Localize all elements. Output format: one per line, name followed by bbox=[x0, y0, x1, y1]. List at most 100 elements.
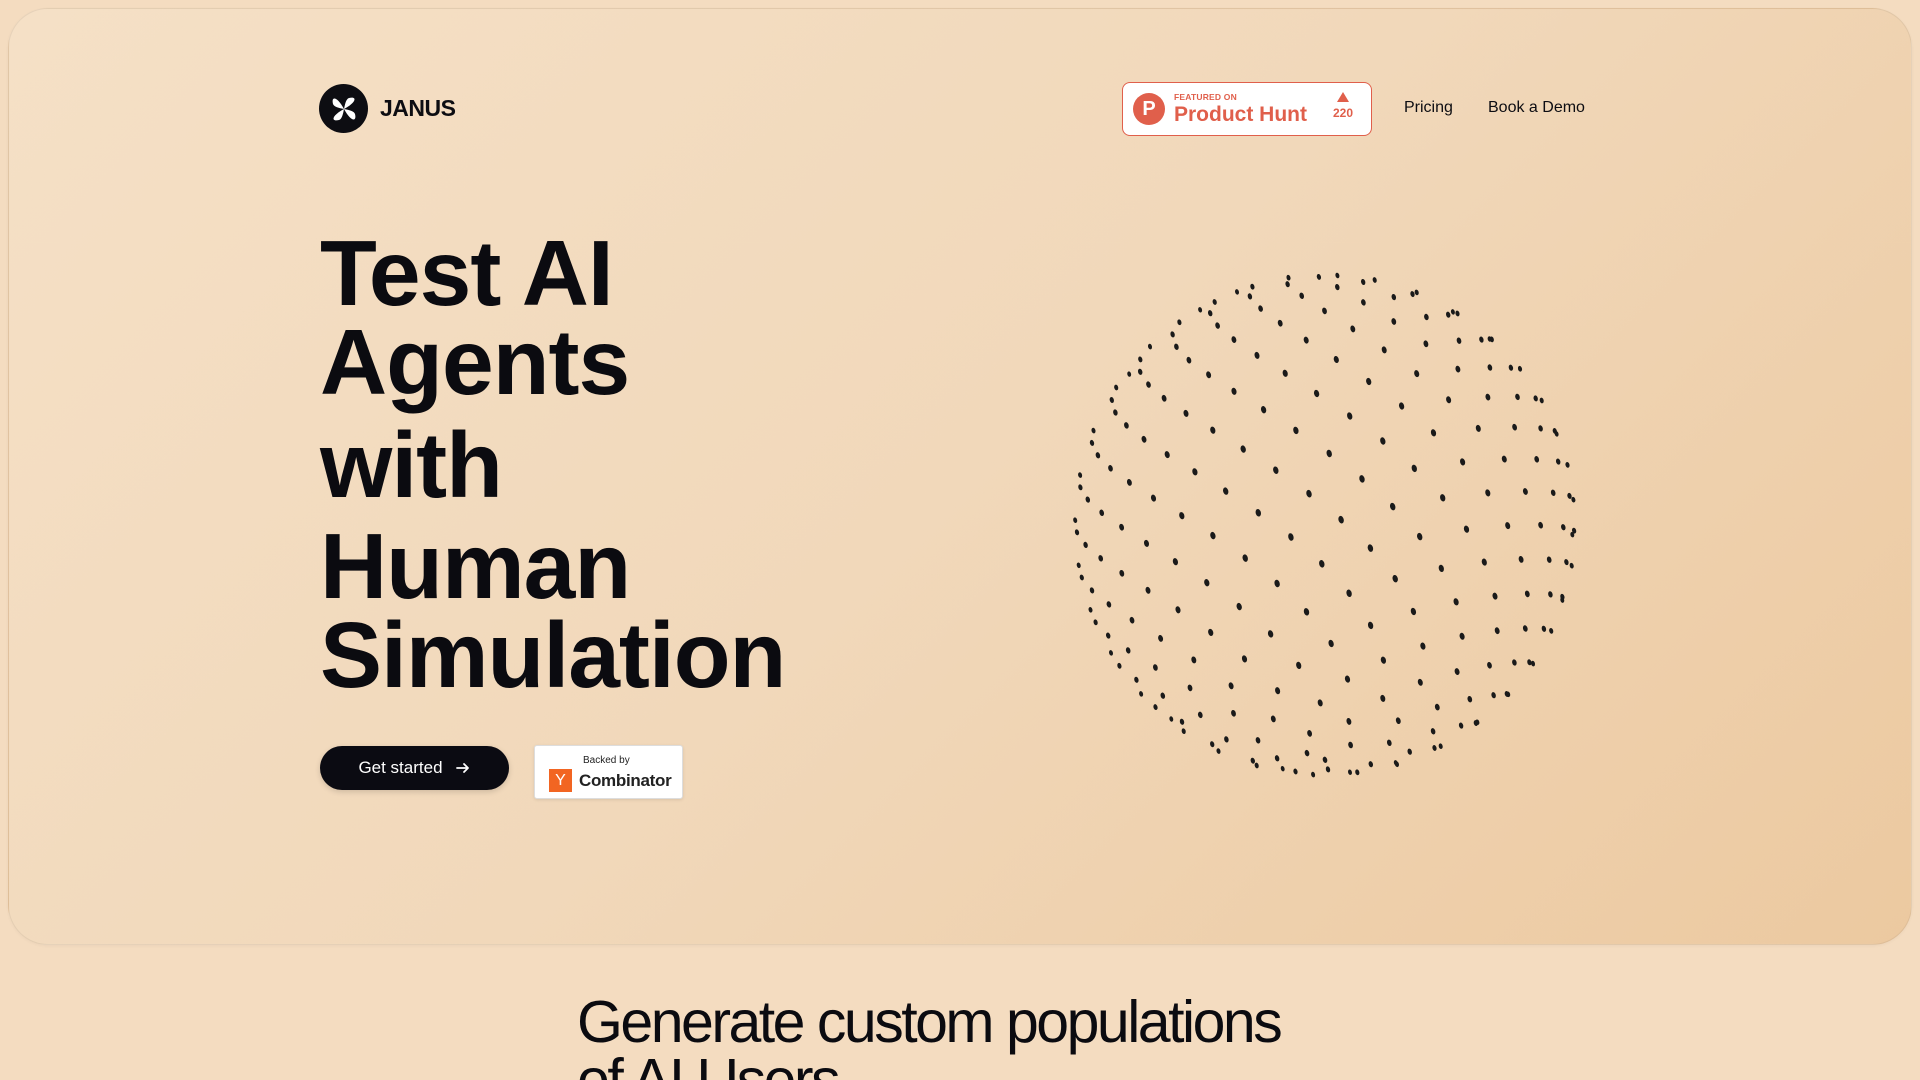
dot-sphere-visual bbox=[1073, 272, 1577, 778]
sphere-dot bbox=[1438, 743, 1443, 749]
sphere-dot bbox=[1293, 426, 1299, 435]
sphere-dot bbox=[1487, 661, 1492, 669]
sphere-dot bbox=[1380, 656, 1387, 664]
sphere-dot bbox=[1567, 492, 1572, 499]
sphere-dot bbox=[1119, 569, 1125, 577]
sphere-dot bbox=[1361, 299, 1366, 306]
sphere-dot bbox=[1311, 771, 1316, 778]
sphere-dot bbox=[1414, 370, 1420, 378]
sphere-dot bbox=[1316, 273, 1322, 280]
brand-logo[interactable]: JANUS bbox=[319, 84, 456, 133]
sphere-dot bbox=[1546, 556, 1552, 563]
sphere-dot bbox=[1172, 558, 1178, 566]
sphere-dot bbox=[1561, 524, 1566, 531]
sphere-dot bbox=[1126, 479, 1132, 486]
sphere-dot bbox=[1367, 621, 1374, 630]
sphere-dot bbox=[1254, 351, 1260, 359]
sphere-dot bbox=[1125, 647, 1131, 654]
sphere-dot bbox=[1414, 289, 1419, 296]
product-hunt-badge[interactable]: P FEATURED ON Product Hunt 220 bbox=[1122, 82, 1372, 136]
sphere-dot bbox=[1296, 661, 1302, 670]
sphere-dot bbox=[1491, 692, 1496, 699]
sphere-dot bbox=[1091, 427, 1096, 434]
sphere-dot bbox=[1161, 394, 1167, 402]
sphere-dot bbox=[1089, 439, 1095, 446]
nav-link-book-demo[interactable]: Book a Demo bbox=[1488, 99, 1585, 117]
sphere-dot bbox=[1170, 331, 1175, 338]
hero-section bbox=[8, 8, 1912, 945]
sphere-dot bbox=[1463, 525, 1470, 533]
sphere-dot bbox=[1346, 717, 1352, 725]
sphere-dot bbox=[1317, 699, 1323, 707]
get-started-button[interactable]: Get started bbox=[320, 746, 509, 790]
sphere-dot bbox=[1555, 458, 1561, 465]
get-started-label: Get started bbox=[358, 758, 443, 777]
sphere-dot bbox=[1177, 319, 1182, 326]
sphere-dot bbox=[1108, 465, 1113, 472]
sphere-dot bbox=[1127, 371, 1132, 377]
sphere-dot bbox=[1326, 449, 1332, 458]
sphere-dot bbox=[1089, 587, 1095, 594]
sphere-dot bbox=[1223, 487, 1229, 495]
hero-headline: Test AI Agents with Human Simulation bbox=[320, 227, 786, 707]
sphere-dot bbox=[1241, 655, 1248, 663]
sphere-dot bbox=[1285, 281, 1290, 288]
sphere-dot bbox=[1445, 311, 1451, 318]
sphere-dot bbox=[1179, 512, 1185, 520]
sphere-dot bbox=[1255, 737, 1261, 744]
sphere-dot bbox=[1322, 307, 1327, 315]
sphere-dot bbox=[1169, 716, 1174, 722]
sphere-dot bbox=[1224, 736, 1229, 743]
sphere-dot bbox=[1456, 337, 1462, 344]
sphere-dot bbox=[1231, 387, 1237, 395]
section-title-line: of AI Users bbox=[577, 1047, 841, 1080]
headline-line: with bbox=[320, 413, 503, 517]
sphere-dot bbox=[1280, 766, 1285, 772]
sphere-dot bbox=[1106, 601, 1112, 608]
headline-line: Simulation bbox=[320, 603, 786, 707]
sphere-dot bbox=[1164, 451, 1170, 459]
sphere-dot bbox=[1372, 277, 1377, 283]
sphere-dot bbox=[1538, 521, 1543, 529]
sphere-dot bbox=[1175, 606, 1181, 614]
sphere-dot bbox=[1260, 406, 1267, 414]
sphere-dot bbox=[1216, 748, 1221, 754]
sphere-dot bbox=[1124, 422, 1129, 429]
sphere-dot bbox=[1153, 704, 1158, 711]
sphere-dot bbox=[1303, 336, 1309, 344]
sphere-dot bbox=[1391, 293, 1397, 301]
sphere-dot bbox=[1410, 291, 1415, 298]
sphere-dot bbox=[1398, 402, 1405, 410]
sphere-dot bbox=[1459, 458, 1466, 466]
sphere-dot bbox=[1366, 377, 1372, 386]
sphere-dot bbox=[1079, 574, 1084, 581]
sphere-dot bbox=[1322, 756, 1328, 763]
sphere-dot bbox=[1138, 356, 1143, 363]
sphere-dot bbox=[1267, 630, 1274, 638]
sphere-dot bbox=[1114, 384, 1119, 391]
sphere-dot bbox=[1187, 684, 1193, 692]
sphere-dot bbox=[1179, 718, 1185, 725]
sphere-dot bbox=[1197, 711, 1203, 719]
sphere-dot bbox=[1455, 310, 1460, 317]
ph-upvotes: 220 bbox=[1333, 92, 1353, 119]
sphere-dot bbox=[1407, 748, 1412, 755]
sphere-dot bbox=[1453, 598, 1459, 606]
sphere-dot bbox=[1117, 662, 1122, 669]
sphere-dot bbox=[1446, 396, 1452, 404]
sphere-dot bbox=[1099, 509, 1105, 517]
headline-line: Human bbox=[320, 514, 631, 618]
sphere-dot bbox=[1538, 425, 1543, 432]
sphere-dot bbox=[1078, 472, 1083, 478]
sphere-dot bbox=[1191, 656, 1197, 664]
nav-link-pricing[interactable]: Pricing bbox=[1404, 99, 1453, 117]
sphere-dot bbox=[1381, 346, 1387, 354]
sphere-dot bbox=[1432, 745, 1437, 751]
yc-badge[interactable]: Backed by Y Combinator bbox=[534, 745, 683, 799]
brand-name: JANUS bbox=[380, 95, 456, 121]
sphere-dot bbox=[1215, 322, 1220, 329]
sphere-dot bbox=[1208, 628, 1214, 636]
sphere-dot bbox=[1141, 435, 1147, 443]
sphere-dot bbox=[1286, 274, 1291, 281]
sphere-dot bbox=[1098, 555, 1104, 562]
